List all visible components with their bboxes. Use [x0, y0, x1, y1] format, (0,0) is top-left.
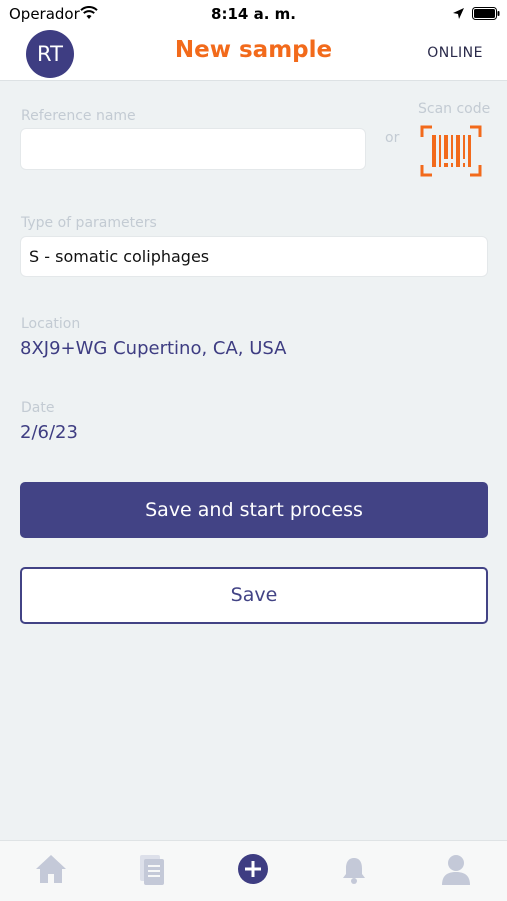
profile-icon[interactable] [440, 853, 472, 885]
bell-icon[interactable] [341, 856, 367, 884]
location-label: Location [21, 316, 81, 332]
status-bar: Operador 8:14 a. m. [0, 0, 507, 28]
location-arrow-icon [453, 8, 464, 19]
home-icon[interactable] [34, 853, 68, 885]
add-icon[interactable] [237, 853, 269, 885]
scan-code-label: Scan code [418, 101, 491, 117]
or-separator: or [385, 130, 400, 146]
tab-bar [0, 840, 507, 901]
documents-icon[interactable] [137, 853, 167, 885]
parameters-select[interactable]: S - somatic coliphages [20, 236, 488, 277]
barcode-scan-icon[interactable] [420, 125, 482, 177]
location-value: 8XJ9+WG Cupertino, CA, USA [20, 338, 287, 359]
parameters-label: Type of parameters [21, 215, 157, 231]
reference-name-label: Reference name [21, 108, 136, 124]
save-and-start-button[interactable]: Save and start process [20, 482, 488, 538]
battery-icon [472, 7, 500, 20]
app-header: RT New sample ONLINE [0, 28, 507, 81]
user-avatar[interactable]: RT [26, 30, 74, 78]
date-label: Date [21, 400, 55, 416]
reference-name-input[interactable] [20, 128, 366, 170]
connection-status: ONLINE [427, 45, 483, 61]
carrier-name: Operador [9, 5, 80, 23]
save-button[interactable]: Save [20, 567, 488, 624]
wifi-icon [80, 6, 98, 19]
date-value: 2/6/23 [20, 422, 78, 443]
